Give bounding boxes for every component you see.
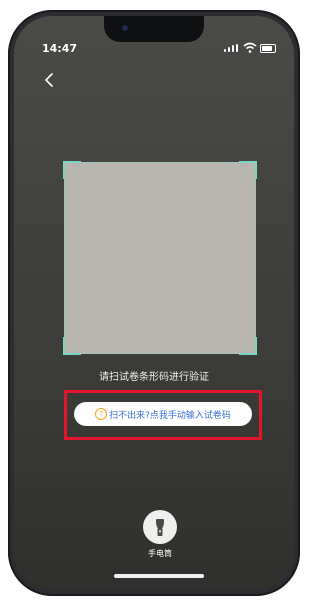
flashlight-button[interactable] xyxy=(143,510,177,544)
home-indicator[interactable] xyxy=(114,574,204,578)
notch xyxy=(104,16,204,42)
signal-icon xyxy=(224,44,238,52)
manual-entry-button[interactable]: ? 扫不出来?点我手动输入试卷码 xyxy=(74,402,252,426)
viewfinder-border xyxy=(64,162,256,354)
battery-icon xyxy=(260,44,276,53)
status-time: 14:47 xyxy=(42,42,78,55)
back-icon[interactable] xyxy=(40,70,60,90)
wifi-icon xyxy=(243,42,257,53)
scan-hint: 请扫试卷条形码进行验证 xyxy=(99,372,209,383)
flashlight-label: 手电筒 xyxy=(148,549,172,558)
phone-frame: 14:47 请扫试卷条形码进行验证 ? 扫不出来?点我手动输入试卷码 手电筒 xyxy=(8,10,300,596)
manual-entry-label: 扫不出来?点我手动输入试卷码 xyxy=(109,410,231,421)
flashlight-icon xyxy=(156,519,164,536)
camera-dot xyxy=(122,25,128,31)
question-icon: ? xyxy=(95,408,108,420)
scanner-screen: 14:47 请扫试卷条形码进行验证 ? 扫不出来?点我手动输入试卷码 手电筒 xyxy=(14,16,294,590)
